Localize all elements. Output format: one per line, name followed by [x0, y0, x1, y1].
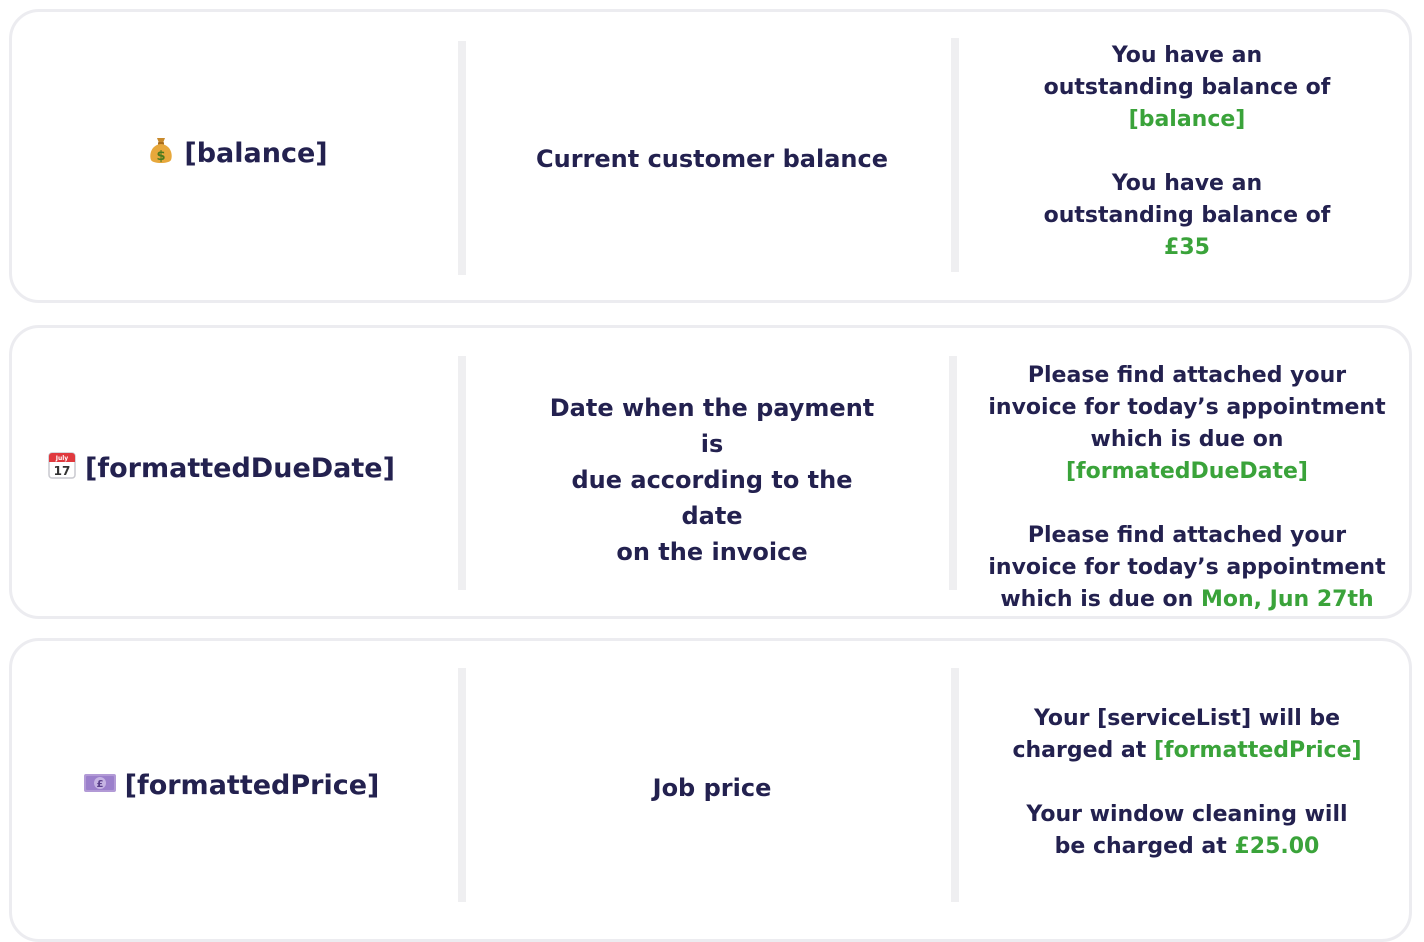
calendar-icon: July 17 [47, 450, 77, 487]
example-value: Mon, Jun 27th [1200, 587, 1374, 612]
template-variable: [balance] [1128, 107, 1246, 132]
example-sentence: Please find attached your invoice for to… [988, 523, 1386, 612]
svg-text:17: 17 [54, 464, 71, 478]
description-line: on the invoice [616, 538, 808, 566]
template-sentence: Your [serviceList] will be charged at [f… [1012, 706, 1362, 763]
svg-text:$: $ [157, 149, 166, 164]
column-divider [951, 668, 959, 902]
description-text: Current customer balance [536, 145, 888, 173]
template-variable: [formattedPrice] [1153, 738, 1362, 763]
template-sentence: Please find attached your invoice for to… [988, 363, 1386, 484]
variable-description: Current customer balance [472, 12, 952, 300]
template-variable: [formatedDueDate] [1066, 459, 1308, 484]
example-value: £35 [1164, 235, 1210, 260]
svg-text:July: July [55, 455, 69, 462]
example-sentence: You have an outstanding balance of £35 [1043, 171, 1331, 260]
variable-description: Job price [472, 641, 952, 935]
variable-example: Please find attached your invoice for to… [962, 360, 1409, 616]
variable-name: [formattedPrice] [124, 770, 380, 801]
variable-card-balance: $ [balance] Current customer balance You… [9, 9, 1412, 303]
description-line: Date when the payment [549, 394, 875, 422]
description-text: Job price [652, 774, 772, 802]
variable-example: You have an outstanding balance of [bala… [962, 12, 1409, 292]
pound-banknote-icon: £ [83, 770, 117, 801]
svg-text:£: £ [96, 779, 103, 790]
example-value: £25.00 [1234, 834, 1320, 859]
template-sentence: You have an outstanding balance of [bala… [1043, 43, 1331, 132]
description-line: is [700, 430, 724, 458]
variable-description: Date when the payment is due according t… [472, 328, 952, 616]
description-line: date [681, 502, 743, 530]
description-line: due according to the [571, 466, 853, 494]
variable-cell: $ [balance] [12, 12, 462, 300]
variable-example: Your [serviceList] will be charged at [f… [962, 641, 1409, 925]
variable-cell: £ [formattedPrice] [12, 641, 456, 929]
variable-card-due-date: July 17 [formattedDueDate] Date when the… [9, 325, 1412, 619]
column-divider [458, 668, 466, 902]
example-sentence: Your window cleaning will be charged at … [1026, 802, 1348, 859]
column-divider [951, 38, 959, 272]
variable-name: [formattedDueDate] [85, 452, 395, 484]
money-bag-icon: $ [146, 135, 176, 172]
column-divider [949, 356, 957, 590]
variable-card-price: £ [formattedPrice] Job price Your [servi… [9, 638, 1412, 942]
column-divider [458, 356, 466, 590]
variable-name: [balance] [184, 137, 328, 169]
column-divider [458, 41, 466, 275]
variable-cell: July 17 [formattedDueDate] [12, 328, 466, 608]
